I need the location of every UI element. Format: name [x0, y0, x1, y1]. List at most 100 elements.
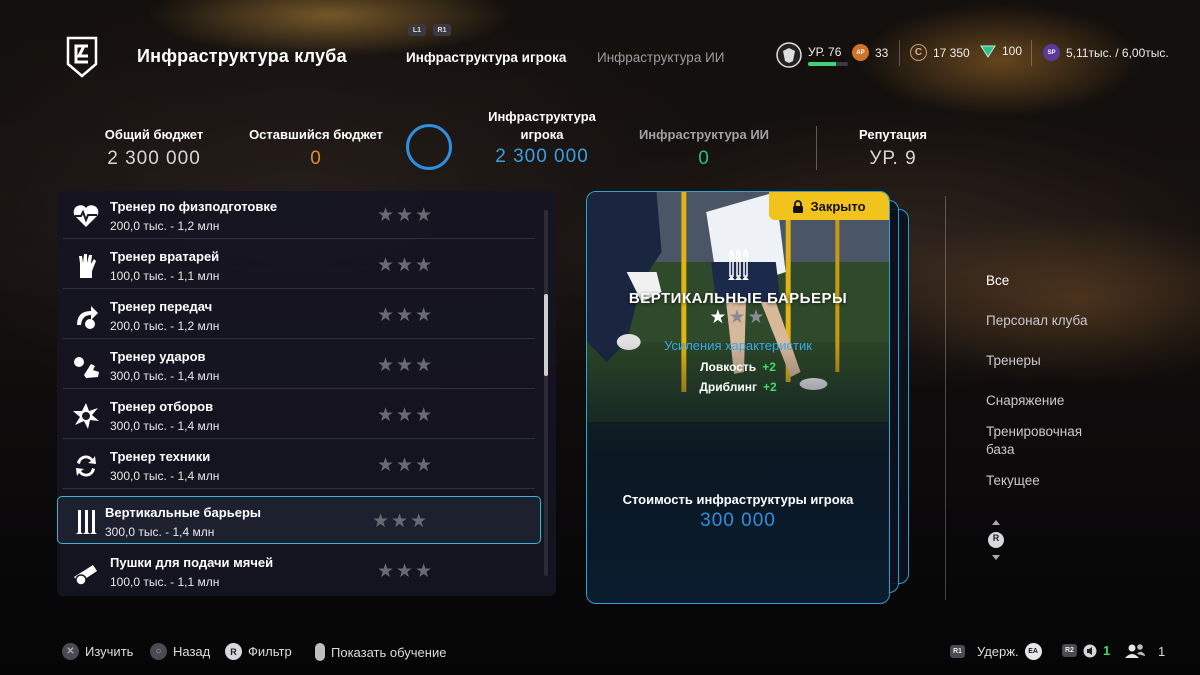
- locked-label: Закрыто: [810, 198, 866, 214]
- action-label: Назад: [173, 644, 211, 659]
- filter-training-base[interactable]: Тренировочная база: [986, 423, 1096, 459]
- reputation-value: УР. 9: [869, 148, 917, 169]
- ai-budget-label: Инфраструктура ИИ: [638, 127, 770, 142]
- tab-ai-infrastructure[interactable]: Инфраструктура ИИ: [597, 50, 725, 65]
- cost-label: Стоимость инфраструктуры игрока: [622, 492, 854, 507]
- circle-button-icon: ○: [150, 643, 167, 660]
- filter-equipment[interactable]: Снаряжение: [986, 392, 1106, 410]
- card-title: ВЕРТИКАЛЬНЫЕ БАРЬЕРЫ: [628, 290, 848, 307]
- boost-value: +2: [762, 360, 776, 374]
- speaker-icon: [1083, 644, 1097, 657]
- item-stars: ★★★: [377, 305, 435, 326]
- coins-counter: C 17 350: [910, 44, 970, 61]
- vertical-poles-icon: [728, 249, 749, 280]
- list-item[interactable]: Пушки для подачи мячей 100,0 тыс. - 1,1 …: [63, 547, 535, 595]
- lock-icon: [793, 199, 804, 213]
- tackle-burst-icon: [73, 403, 99, 429]
- ea-badge-icon: EA: [1024, 643, 1042, 660]
- item-stars: ★★★: [377, 355, 435, 376]
- item-price: 100,0 тыс. - 1,1 млн: [110, 575, 220, 589]
- list-scrollbar[interactable]: [544, 210, 548, 576]
- divider: [1031, 40, 1032, 66]
- level-label: УР. 76: [808, 44, 842, 59]
- ap-icon: AP: [852, 44, 869, 61]
- r2-button-icon: R2: [1062, 644, 1077, 657]
- tab-player-infrastructure[interactable]: Инфраструктура игрока: [406, 50, 566, 65]
- boost-row: Дриблинг +2: [587, 380, 889, 394]
- filter-coaches[interactable]: Тренеры: [986, 352, 1106, 370]
- boot-kick-icon: [74, 357, 99, 378]
- item-stars: ★★★: [372, 511, 430, 532]
- player-level: УР. 76: [776, 42, 848, 68]
- points-value: 100: [1002, 44, 1023, 58]
- remaining-budget-label: Оставшийся бюджет: [249, 127, 383, 142]
- club-crest-icon: [66, 36, 98, 78]
- r-stick-label: R: [992, 533, 1000, 543]
- touchpad-button-icon: [315, 643, 325, 661]
- boost-name: Дриблинг: [699, 380, 757, 394]
- player-badge-icon: [776, 42, 802, 68]
- total-budget: Общий бюджет 2 300 000: [84, 126, 224, 170]
- filter-current[interactable]: Текущее: [986, 472, 1106, 490]
- item-name: Тренер вратарей: [110, 249, 220, 264]
- filter-club-staff[interactable]: Персонал клуба: [986, 312, 1106, 330]
- player-infrastructure-budget: Инфраструктура игрока 2 300 000: [470, 108, 614, 168]
- list-scrollbar-thumb[interactable]: [544, 294, 548, 376]
- item-price: 200,0 тыс. - 1,2 млн: [110, 219, 220, 233]
- friends-indicator: 1: [1124, 643, 1165, 659]
- r2-value: 1: [1102, 643, 1111, 658]
- action-label: Показать обучение: [331, 644, 447, 660]
- hold-label: Удерж.: [976, 644, 1019, 659]
- r2-indicator: R2 1: [1062, 643, 1110, 658]
- star-empty-icon: ★: [747, 307, 767, 328]
- coins-value: 17 350: [933, 45, 970, 60]
- action-filter[interactable]: R Фильтр: [225, 643, 292, 660]
- list-item[interactable]: Тренер по физподготовке 200,0 тыс. - 1,2…: [63, 191, 535, 239]
- ap-value: 33: [875, 45, 889, 60]
- list-item[interactable]: Тренер передач 200,0 тыс. - 1,2 млн ★★★: [63, 291, 535, 339]
- friends-value: 1: [1158, 643, 1166, 659]
- friends-icon: [1125, 644, 1145, 658]
- r1-button-icon: R1: [950, 645, 965, 658]
- sp-counter: SP 5,11тыс. / 6,00тыс.: [1043, 44, 1169, 61]
- player-budget-label-line1: Инфраструктура: [488, 109, 596, 124]
- r1-button-hint: R1: [433, 24, 451, 36]
- list-item-selected[interactable]: Вертикальные барьеры 300,0 тыс. - 1,4 мл…: [57, 496, 541, 544]
- action-label: Изучить: [85, 644, 134, 659]
- item-name: Вертикальные барьеры: [105, 505, 261, 520]
- list-item[interactable]: Тренер вратарей 100,0 тыс. - 1,1 млн ★★★: [63, 241, 535, 289]
- item-name: Тренер ударов: [110, 349, 206, 364]
- budget-ring-chart: [406, 124, 452, 170]
- item-stars: ★★★: [377, 205, 435, 226]
- item-name: Тренер отборов: [110, 399, 214, 414]
- sp-value: 5,11тыс. / 6,00тыс.: [1066, 45, 1169, 60]
- technique-cycle-icon: [76, 455, 96, 477]
- list-item[interactable]: Тренер техники 300,0 тыс. - 1,4 млн ★★★: [63, 441, 535, 489]
- item-name: Пушки для подачи мячей: [110, 555, 274, 570]
- ap-counter: AP 33: [852, 44, 888, 61]
- boost-name: Ловкость: [700, 360, 757, 374]
- remaining-budget-value: 0: [310, 148, 322, 169]
- star-filled-icon: ★: [709, 307, 729, 328]
- item-price: 200,0 тыс. - 1,2 млн: [110, 319, 220, 333]
- points-counter: 100: [980, 44, 1022, 58]
- item-price: 300,0 тыс. - 1,4 млн: [110, 469, 220, 483]
- cost-value: 300 000: [700, 510, 776, 531]
- action-back[interactable]: ○ Назад: [150, 643, 210, 660]
- sp-icon: SP: [1043, 44, 1060, 61]
- list-item[interactable]: Тренер отборов 300,0 тыс. - 1,4 млн ★★★: [63, 391, 535, 439]
- filter-all[interactable]: Все: [986, 272, 1106, 290]
- action-show-tutorial[interactable]: Показать обучение: [315, 643, 446, 661]
- item-stars: ★★★: [377, 255, 435, 276]
- infrastructure-list[interactable]: Тренер по физподготовке 200,0 тыс. - 1,2…: [57, 191, 556, 596]
- total-budget-label: Общий бюджет: [104, 127, 204, 142]
- item-name: Тренер передач: [110, 299, 213, 314]
- hold-action[interactable]: R1 Удерж. EA: [950, 643, 1042, 660]
- ai-infrastructure-budget: Инфраструктура ИИ 0: [626, 126, 782, 170]
- page-title: Инфраструктура клуба: [137, 46, 347, 66]
- infrastructure-card[interactable]: Закрыто ВЕРТИКАЛЬНЫЕ БАРЬЕРЫ ★★★ Усилени…: [586, 191, 890, 604]
- divider: [899, 40, 900, 66]
- coin-icon: C: [910, 44, 927, 61]
- list-item[interactable]: Тренер ударов 300,0 тыс. - 1,4 млн ★★★: [63, 341, 535, 389]
- action-explore[interactable]: ✕ Изучить: [62, 643, 133, 660]
